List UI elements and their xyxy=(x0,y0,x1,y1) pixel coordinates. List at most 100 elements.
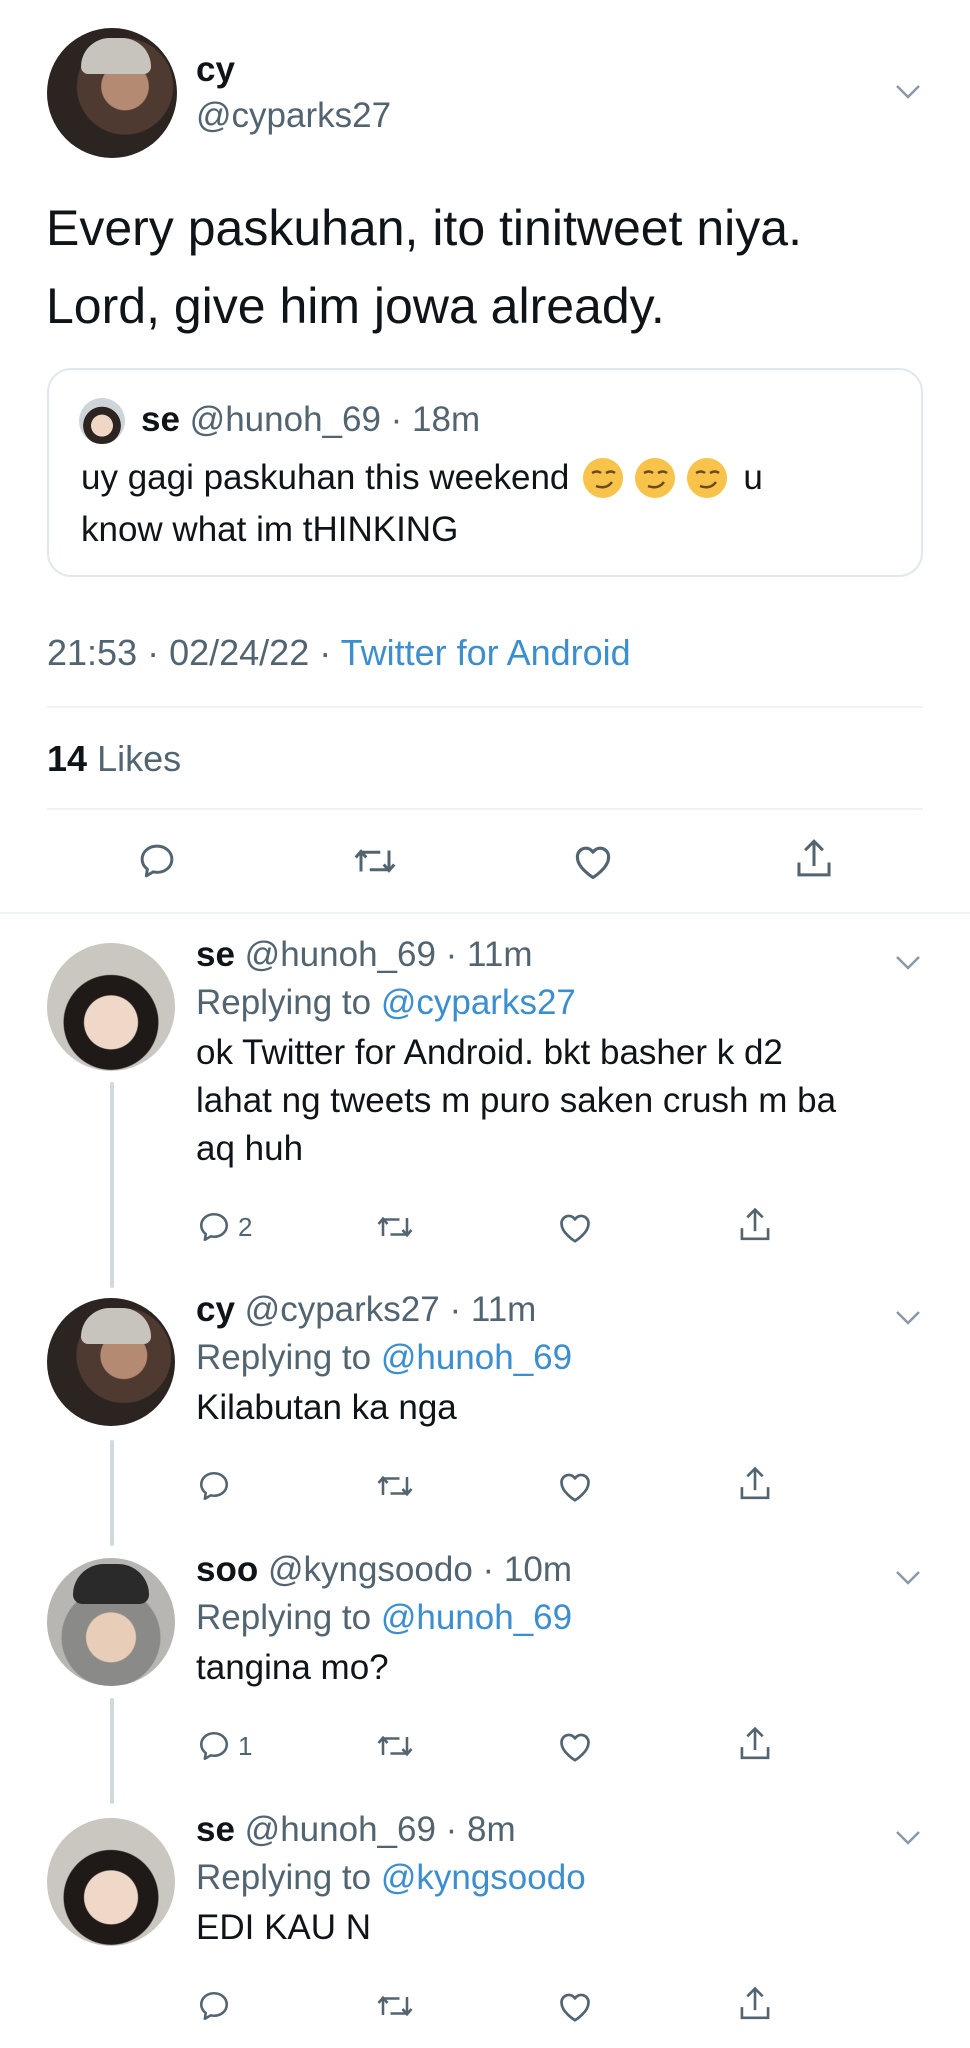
time-separator: · xyxy=(472,1550,504,1589)
tweet-time: 11m xyxy=(467,935,533,974)
retweet-button[interactable] xyxy=(375,1209,415,1245)
likes-label: Likes xyxy=(97,738,182,779)
replying-label: Replying to xyxy=(196,1338,372,1377)
reply-text-line: EDI KAU N xyxy=(196,1908,372,1947)
like-icon xyxy=(560,1993,590,2022)
reply-button[interactable] xyxy=(136,840,178,882)
like-button[interactable] xyxy=(556,1209,594,1245)
quoted-text-start: uy gagi paskuhan this weekend xyxy=(81,458,570,497)
retweet-icon xyxy=(354,849,396,873)
time-separator: · xyxy=(439,1290,471,1329)
reply-icon xyxy=(199,1212,229,1242)
share-button[interactable] xyxy=(792,836,836,882)
author-handle[interactable]: @cyparks27 xyxy=(245,1290,440,1329)
author-name[interactable]: se xyxy=(196,1810,235,1849)
replying-to-link[interactable]: @hunoh_69 xyxy=(381,1598,572,1637)
share-icon xyxy=(797,839,831,877)
retweet-icon xyxy=(377,1216,413,1238)
author-handle[interactable]: @hunoh_69 xyxy=(245,935,436,974)
like-button[interactable] xyxy=(556,1988,594,2024)
share-button[interactable] xyxy=(736,1724,774,1764)
replying-to-link[interactable]: @cyparks27 xyxy=(381,983,576,1022)
tweet-time: 8m xyxy=(467,1810,516,1849)
share-icon xyxy=(740,1466,770,1500)
tweet-time: 11m xyxy=(470,1290,537,1329)
share-button[interactable] xyxy=(736,1205,774,1245)
like-icon xyxy=(560,1214,590,1243)
reply-button[interactable]: 1 xyxy=(196,1728,252,1764)
reply-icon xyxy=(199,1731,229,1761)
replying-to-link[interactable]: @kyngsoodo xyxy=(381,1858,586,1897)
avatar[interactable] xyxy=(47,943,175,1071)
like-icon xyxy=(560,1473,590,1502)
time-separator: · xyxy=(435,935,468,974)
reply-tweet: se @hunoh_69 · 8m Replying to @kyngsoodo… xyxy=(0,1810,970,2048)
avatar[interactable] xyxy=(47,1558,175,1686)
chevron-down-icon[interactable] xyxy=(895,1830,921,1846)
tweet-text-line-1: Every paskuhan, ito tinitweet niya. xyxy=(46,200,802,256)
author-name[interactable]: se xyxy=(196,935,235,974)
like-button[interactable] xyxy=(556,1728,594,1764)
retweet-button[interactable] xyxy=(375,1988,415,2024)
share-button[interactable] xyxy=(736,1984,774,2024)
like-icon xyxy=(575,846,611,880)
quoted-handle: @hunoh_69 xyxy=(189,400,381,439)
retweet-icon xyxy=(377,1475,413,1497)
retweet-button[interactable] xyxy=(352,840,398,882)
avatar[interactable] xyxy=(47,1818,175,1946)
avatar[interactable] xyxy=(47,28,177,158)
retweet-button[interactable] xyxy=(375,1728,415,1764)
author-name[interactable]: cy xyxy=(196,1290,235,1329)
smirk-emoji xyxy=(583,458,624,498)
divider xyxy=(47,808,923,810)
chevron-down-icon[interactable] xyxy=(895,1310,921,1326)
author-name[interactable]: soo xyxy=(196,1550,258,1589)
author-handle[interactable]: @cyparks27 xyxy=(196,96,391,136)
chevron-down-icon[interactable] xyxy=(895,955,921,971)
author-handle[interactable]: @kyngsoodo xyxy=(268,1550,473,1589)
reply-icon xyxy=(199,1991,229,2021)
smirk-emoji xyxy=(635,458,676,498)
main-tweet: cy @cyparks27 Every paskuhan, ito tinitw… xyxy=(0,0,970,915)
reply-tweet: cy @cyparks27 · 11m Replying to @hunoh_6… xyxy=(0,1290,970,1550)
retweet-button[interactable] xyxy=(375,1468,415,1504)
reply-button[interactable] xyxy=(196,1988,232,2024)
time-separator: · xyxy=(435,1810,468,1849)
quoted-time: 18m xyxy=(412,400,481,439)
retweet-icon xyxy=(377,1995,413,2017)
section-divider xyxy=(0,912,970,914)
reply-button[interactable]: 2 xyxy=(196,1209,252,1245)
tweet-source-link[interactable]: Twitter for Android xyxy=(341,632,631,673)
quoted-text-end: u xyxy=(743,458,763,497)
like-button[interactable] xyxy=(571,840,615,882)
quoted-tweet-card[interactable]: se @hunoh_69 · 18m uy gagi paskuhan this… xyxy=(47,368,923,577)
avatar[interactable] xyxy=(47,1298,175,1426)
reply-text-line: aq huh xyxy=(196,1129,304,1168)
like-button[interactable] xyxy=(556,1468,594,1504)
reply-text-line: Kilabutan ka nga xyxy=(196,1388,457,1427)
reply-text-line: tangina mo? xyxy=(196,1648,389,1687)
reply-icon xyxy=(140,844,174,878)
quoted-text-line-2: know what im tHINKING xyxy=(81,510,459,549)
chevron-down-icon[interactable] xyxy=(895,1570,921,1586)
reply-tweet: soo @kyngsoodo · 10m Replying to @hunoh_… xyxy=(0,1550,970,1810)
reply-text-line: ok Twitter for Android. bkt basher k d2 xyxy=(196,1033,783,1072)
tweet-timestamp: 21:53 · 02/24/22 · xyxy=(47,632,332,673)
reply-tweet: se @hunoh_69 · 11m Replying to @cyparks2… xyxy=(0,915,970,1275)
author-handle[interactable]: @hunoh_69 xyxy=(245,1810,436,1849)
author-name[interactable]: cy xyxy=(196,50,235,90)
reply-button[interactable] xyxy=(196,1468,232,1504)
likes-stat[interactable]: 14 Likes xyxy=(47,738,181,780)
quoted-avatar xyxy=(79,398,125,444)
reply-count: 1 xyxy=(238,1730,253,1761)
share-button[interactable] xyxy=(736,1464,774,1504)
share-icon xyxy=(740,1726,770,1760)
quoted-dot: · xyxy=(380,400,413,439)
replying-to-link[interactable]: @hunoh_69 xyxy=(381,1338,572,1377)
tweet-time: 10m xyxy=(503,1550,572,1589)
chevron-down-icon[interactable] xyxy=(895,84,921,100)
reply-count: 2 xyxy=(238,1211,253,1242)
share-icon xyxy=(740,1207,770,1241)
tweet-text-line-2: Lord, give him jowa already. xyxy=(46,278,665,334)
replying-label: Replying to xyxy=(196,1598,372,1637)
